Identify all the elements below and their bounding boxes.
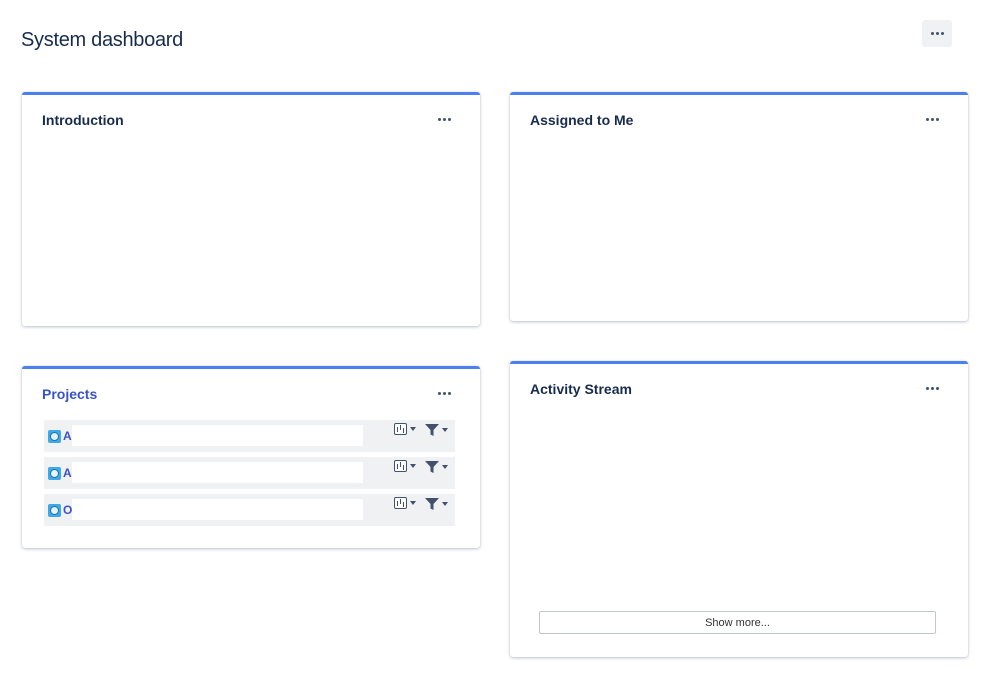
project-row: A (44, 420, 455, 452)
filter-icon (425, 461, 439, 473)
project-filters-dropdown[interactable] (425, 498, 448, 510)
gadget-activity-stream: Activity Stream Show more... (510, 361, 968, 657)
project-row: A (44, 457, 455, 489)
project-filters-dropdown[interactable] (425, 424, 448, 436)
chart-icon (394, 423, 407, 435)
gadget-title: Introduction (42, 112, 124, 128)
gadget-menu-button[interactable] (434, 112, 454, 126)
project-charts-dropdown[interactable] (394, 460, 416, 472)
chevron-down-icon (410, 464, 416, 468)
more-horizontal-icon (437, 391, 451, 395)
project-name-field (72, 425, 363, 446)
gadget-menu-button[interactable] (922, 381, 942, 395)
project-name-link[interactable]: A (63, 466, 72, 480)
gadget-title: Activity Stream (530, 381, 632, 397)
project-name-link[interactable]: A (63, 429, 72, 443)
gadget-menu-button[interactable] (922, 112, 942, 126)
filter-icon (425, 498, 439, 510)
gadget-title-link[interactable]: Projects (42, 386, 97, 402)
project-avatar-icon (48, 467, 61, 480)
project-avatar-icon (48, 430, 61, 443)
project-row: O (44, 494, 455, 526)
dashboard-more-button[interactable] (922, 20, 952, 47)
project-charts-dropdown[interactable] (394, 423, 416, 435)
gadget-title: Assigned to Me (530, 112, 634, 128)
more-horizontal-icon (925, 386, 939, 390)
more-horizontal-icon (437, 117, 451, 121)
project-name-link[interactable]: O (63, 503, 72, 517)
chart-icon (394, 460, 407, 472)
show-more-button[interactable]: Show more... (539, 611, 936, 634)
gadget-assigned-to-me: Assigned to Me (510, 92, 968, 321)
project-name-field (72, 462, 363, 483)
chevron-down-icon (410, 501, 416, 505)
chevron-down-icon (442, 502, 448, 506)
filter-icon (425, 424, 439, 436)
gadget-menu-button[interactable] (434, 386, 454, 400)
chevron-down-icon (410, 427, 416, 431)
chart-icon (394, 497, 407, 509)
project-name-field (72, 499, 363, 520)
project-avatar-icon (48, 504, 61, 517)
project-charts-dropdown[interactable] (394, 497, 416, 509)
gadget-projects: Projects A A O (22, 366, 480, 548)
chevron-down-icon (442, 428, 448, 432)
project-filters-dropdown[interactable] (425, 461, 448, 473)
more-horizontal-icon (930, 32, 944, 35)
more-horizontal-icon (925, 117, 939, 121)
page-title: System dashboard (21, 29, 183, 51)
chevron-down-icon (442, 465, 448, 469)
gadget-introduction: Introduction (22, 92, 480, 326)
